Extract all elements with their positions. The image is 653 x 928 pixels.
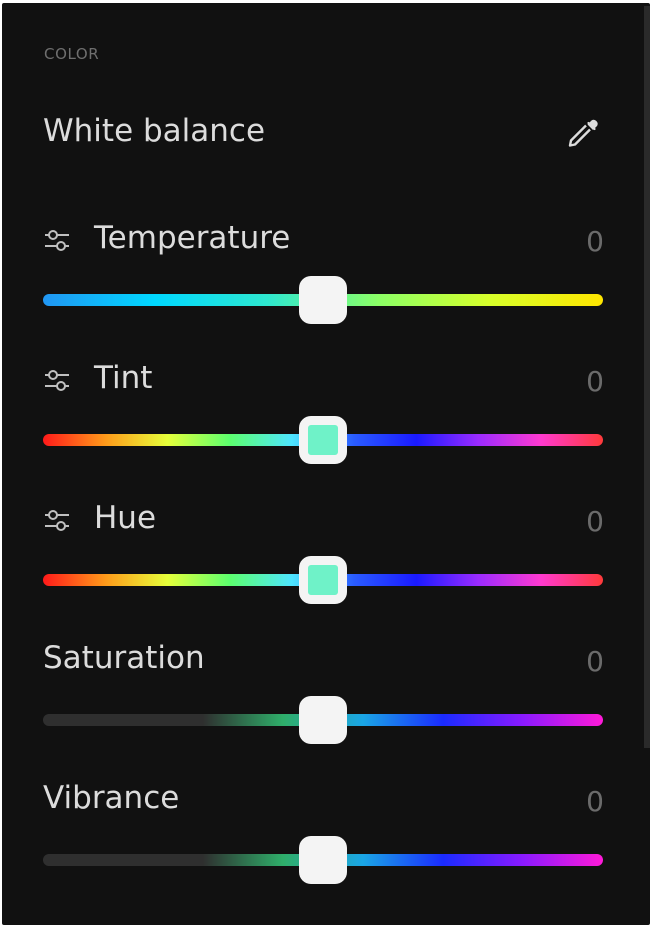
temperature-value[interactable]: 0 [560,225,604,258]
vibrance-value[interactable]: 0 [560,785,604,818]
tint-label: Tint [94,360,153,396]
saturation-slider-thumb[interactable] [299,696,347,744]
temperature-slider-thumb[interactable] [299,276,347,324]
saturation-label: Saturation [43,640,205,676]
vibrance-slider-thumb[interactable] [299,836,347,884]
tint-adjust-icon[interactable] [43,368,71,394]
hue-adjust-icon[interactable] [43,508,71,534]
temperature-label: Temperature [94,220,291,256]
eyedropper-icon[interactable] [563,114,603,154]
hue-slider-thumb[interactable] [299,556,347,604]
temperature-adjust-icon[interactable] [43,228,71,254]
hue-label: Hue [94,500,157,536]
white-balance-title: White balance [43,113,266,149]
vibrance-label: Vibrance [43,780,180,816]
tint-value[interactable]: 0 [560,365,604,398]
saturation-value[interactable]: 0 [560,645,604,678]
section-label: COLOR [44,45,100,63]
panel-scrollbar[interactable] [644,6,650,748]
tint-slider-thumb[interactable] [299,416,347,464]
hue-value[interactable]: 0 [560,505,604,538]
